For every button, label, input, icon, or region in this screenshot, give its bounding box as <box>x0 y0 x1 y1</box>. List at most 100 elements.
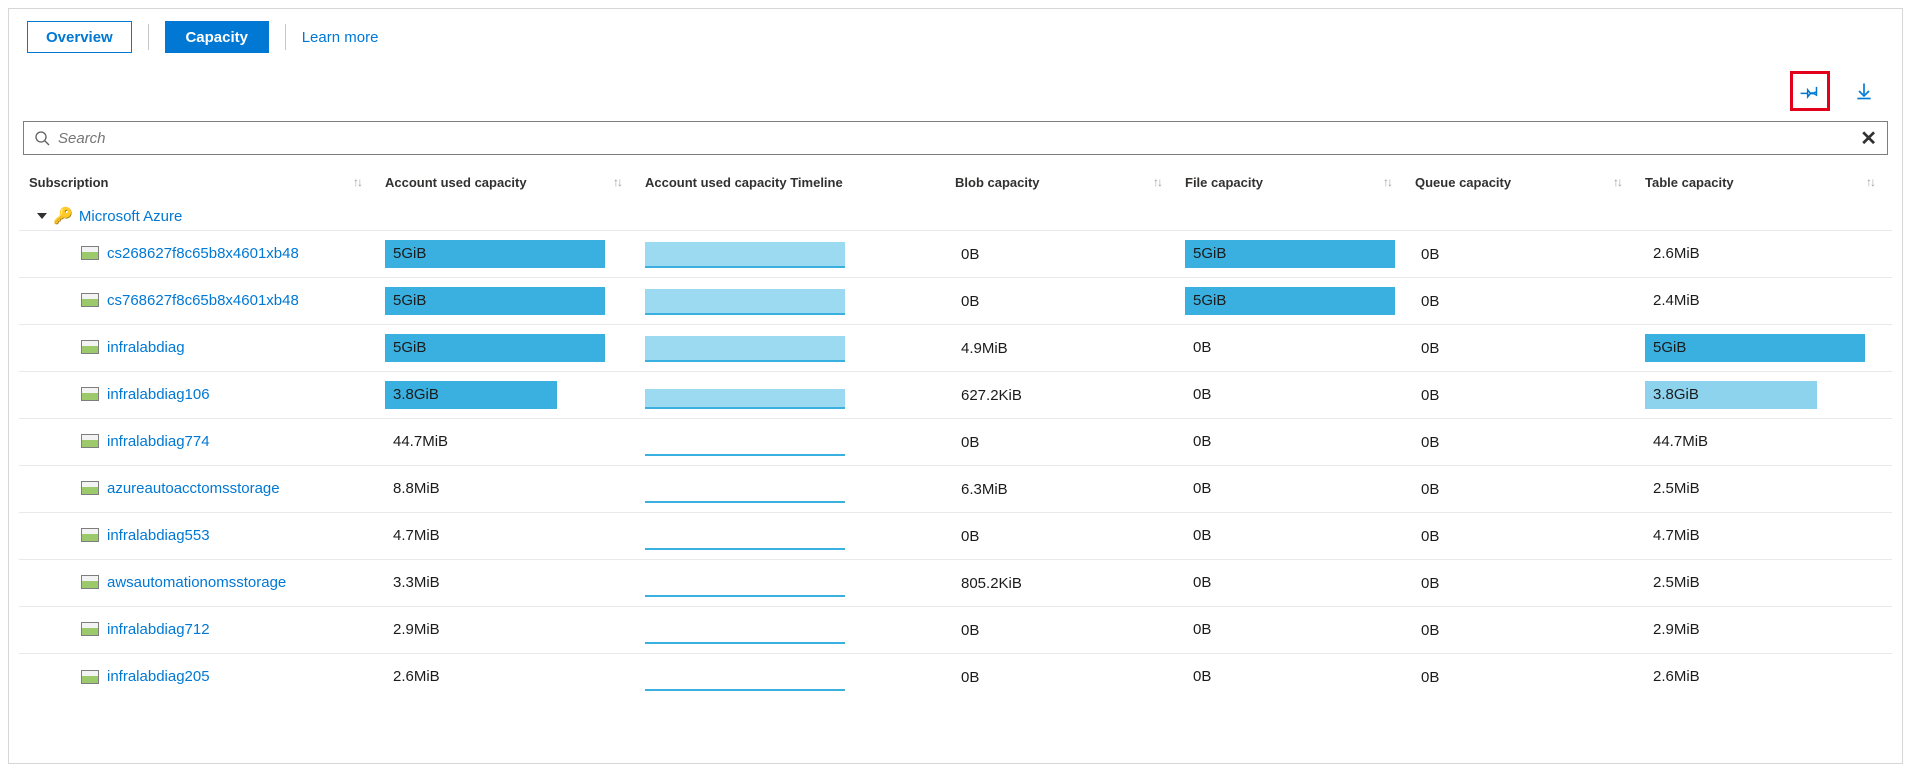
timeline-sparkline <box>645 569 845 597</box>
used-capacity-value: 3.3MiB <box>385 569 605 597</box>
col-timeline[interactable]: Account used capacity Timeline <box>639 161 949 204</box>
storage-account-icon <box>81 387 99 401</box>
queue-capacity-value: 0B <box>1415 481 1439 498</box>
used-capacity-value: 5GiB <box>385 334 605 362</box>
file-capacity-bar: 0B <box>1185 381 1395 409</box>
blob-capacity-value: 627.2KiB <box>955 387 1022 404</box>
sort-icon: ↑↓ <box>1383 175 1391 189</box>
table-row: infralabdiag7122.9MiB0B0B0B2.9MiB <box>19 607 1892 654</box>
used-capacity-value: 5GiB <box>385 287 605 315</box>
storage-account-name: cs268627f8c65b8x4601xb48 <box>107 245 299 262</box>
storage-account-link[interactable]: azureautoacctomsstorage <box>81 480 280 497</box>
queue-capacity-value: 0B <box>1415 246 1439 263</box>
table-row: infralabdiag77444.7MiB0B0B0B44.7MiB <box>19 419 1892 466</box>
queue-capacity-value: 0B <box>1415 434 1439 451</box>
storage-account-link[interactable]: infralabdiag553 <box>81 527 210 544</box>
used-capacity-value: 4.7MiB <box>385 522 605 550</box>
storage-account-name: infralabdiag712 <box>107 621 210 638</box>
table-capacity-value: 2.6MiB <box>1645 240 1865 268</box>
tab-capacity[interactable]: Capacity <box>165 21 269 53</box>
queue-capacity-value: 0B <box>1415 669 1439 686</box>
key-icon: 🔑 <box>53 206 73 226</box>
table-capacity-value: 2.5MiB <box>1645 569 1865 597</box>
storage-account-link[interactable]: infralabdiag205 <box>81 668 210 685</box>
queue-capacity-value: 0B <box>1415 340 1439 357</box>
queue-capacity-value: 0B <box>1415 528 1439 545</box>
used-capacity-value: 3.8GiB <box>385 381 605 409</box>
col-subscription[interactable]: Subscription↑↓ <box>19 161 379 204</box>
learn-more-link[interactable]: Learn more <box>302 29 379 46</box>
capacity-table: Subscription↑↓ Account used capacity↑↓ A… <box>19 161 1892 701</box>
col-file[interactable]: File capacity↑↓ <box>1179 161 1409 204</box>
blob-capacity-value: 0B <box>955 246 979 263</box>
storage-account-icon <box>81 575 99 589</box>
storage-account-icon <box>81 622 99 636</box>
queue-capacity-value: 0B <box>1415 622 1439 639</box>
blob-capacity-value: 0B <box>955 669 979 686</box>
col-queue[interactable]: Queue capacity↑↓ <box>1409 161 1639 204</box>
file-capacity-bar: 5GiB <box>1185 240 1395 268</box>
file-capacity-value: 0B <box>1185 663 1395 691</box>
chevron-down-icon <box>37 213 47 219</box>
table-capacity-value: 4.7MiB <box>1645 522 1865 550</box>
search-icon <box>34 130 50 146</box>
storage-account-icon <box>81 481 99 495</box>
storage-account-link[interactable]: infralabdiag <box>81 339 185 356</box>
sort-icon: ↑↓ <box>613 175 621 189</box>
timeline-sparkline <box>645 663 845 691</box>
storage-account-link[interactable]: awsautomationomsstorage <box>81 574 286 591</box>
col-blob[interactable]: Blob capacity↑↓ <box>949 161 1179 204</box>
table-row: infralabdiag1063.8GiB627.2KiB0B0B3.8GiB <box>19 372 1892 419</box>
table-row: cs268627f8c65b8x4601xb48 5GiB 0B 5GiB 0B 2.6M… <box>19 231 1892 278</box>
used-capacity-bar: 2.9MiB <box>385 616 605 644</box>
file-capacity-bar: 0B <box>1185 475 1395 503</box>
storage-account-link[interactable]: infralabdiag106 <box>81 386 210 403</box>
table-capacity-bar: 4.7MiB <box>1645 522 1865 550</box>
table-capacity-value: 44.7MiB <box>1645 428 1865 456</box>
table-capacity-value: 2.4MiB <box>1645 287 1865 315</box>
table-capacity-bar: 2.6MiB <box>1645 240 1865 268</box>
file-capacity-bar: 0B <box>1185 616 1395 644</box>
used-capacity-bar: 5GiB <box>385 240 605 268</box>
search-input[interactable] <box>58 130 1852 147</box>
table-capacity-value: 5GiB <box>1645 334 1865 362</box>
storage-account-link[interactable]: cs768627f8c65b8x4601xb48 <box>81 292 299 309</box>
storage-account-name: infralabdiag774 <box>107 433 210 450</box>
pin-icon[interactable] <box>1790 71 1830 111</box>
clear-search-icon[interactable]: ✕ <box>1860 126 1877 151</box>
storage-account-icon <box>81 293 99 307</box>
used-capacity-bar: 4.7MiB <box>385 522 605 550</box>
subscription-group-label: Microsoft Azure <box>79 208 182 225</box>
blob-capacity-value: 0B <box>955 622 979 639</box>
download-icon[interactable] <box>1844 71 1884 111</box>
timeline-sparkline <box>645 428 845 456</box>
storage-account-icon <box>81 340 99 354</box>
blob-capacity-value: 6.3MiB <box>955 481 1008 498</box>
used-capacity-value: 44.7MiB <box>385 428 605 456</box>
table-capacity-bar: 2.4MiB <box>1645 287 1865 315</box>
file-capacity-bar: 0B <box>1185 663 1395 691</box>
storage-account-name: infralabdiag <box>107 339 185 356</box>
table-capacity-bar: 2.5MiB <box>1645 569 1865 597</box>
col-table[interactable]: Table capacity↑↓ <box>1639 161 1892 204</box>
table-capacity-value: 2.6MiB <box>1645 663 1865 691</box>
storage-account-name: cs768627f8c65b8x4601xb48 <box>107 292 299 309</box>
file-capacity-value: 0B <box>1185 616 1395 644</box>
file-capacity-value: 0B <box>1185 475 1395 503</box>
subscription-group[interactable]: 🔑 Microsoft Azure <box>19 204 1892 231</box>
col-account-used[interactable]: Account used capacity↑↓ <box>379 161 639 204</box>
tab-bar: Overview Capacity Learn more <box>27 21 1892 53</box>
timeline-sparkline <box>645 287 845 315</box>
search-box[interactable]: ✕ <box>23 121 1888 155</box>
storage-account-link[interactable]: cs268627f8c65b8x4601xb48 <box>81 245 299 262</box>
tab-overview[interactable]: Overview <box>27 21 132 53</box>
used-capacity-bar: 3.8GiB <box>385 381 605 409</box>
used-capacity-value: 8.8MiB <box>385 475 605 503</box>
storage-account-link[interactable]: infralabdiag774 <box>81 433 210 450</box>
table-capacity-bar: 5GiB <box>1645 334 1865 362</box>
used-capacity-value: 5GiB <box>385 240 605 268</box>
file-capacity-value: 0B <box>1185 381 1395 409</box>
storage-account-link[interactable]: infralabdiag712 <box>81 621 210 638</box>
blob-capacity-value: 0B <box>955 434 979 451</box>
sort-icon: ↑↓ <box>1613 175 1621 189</box>
